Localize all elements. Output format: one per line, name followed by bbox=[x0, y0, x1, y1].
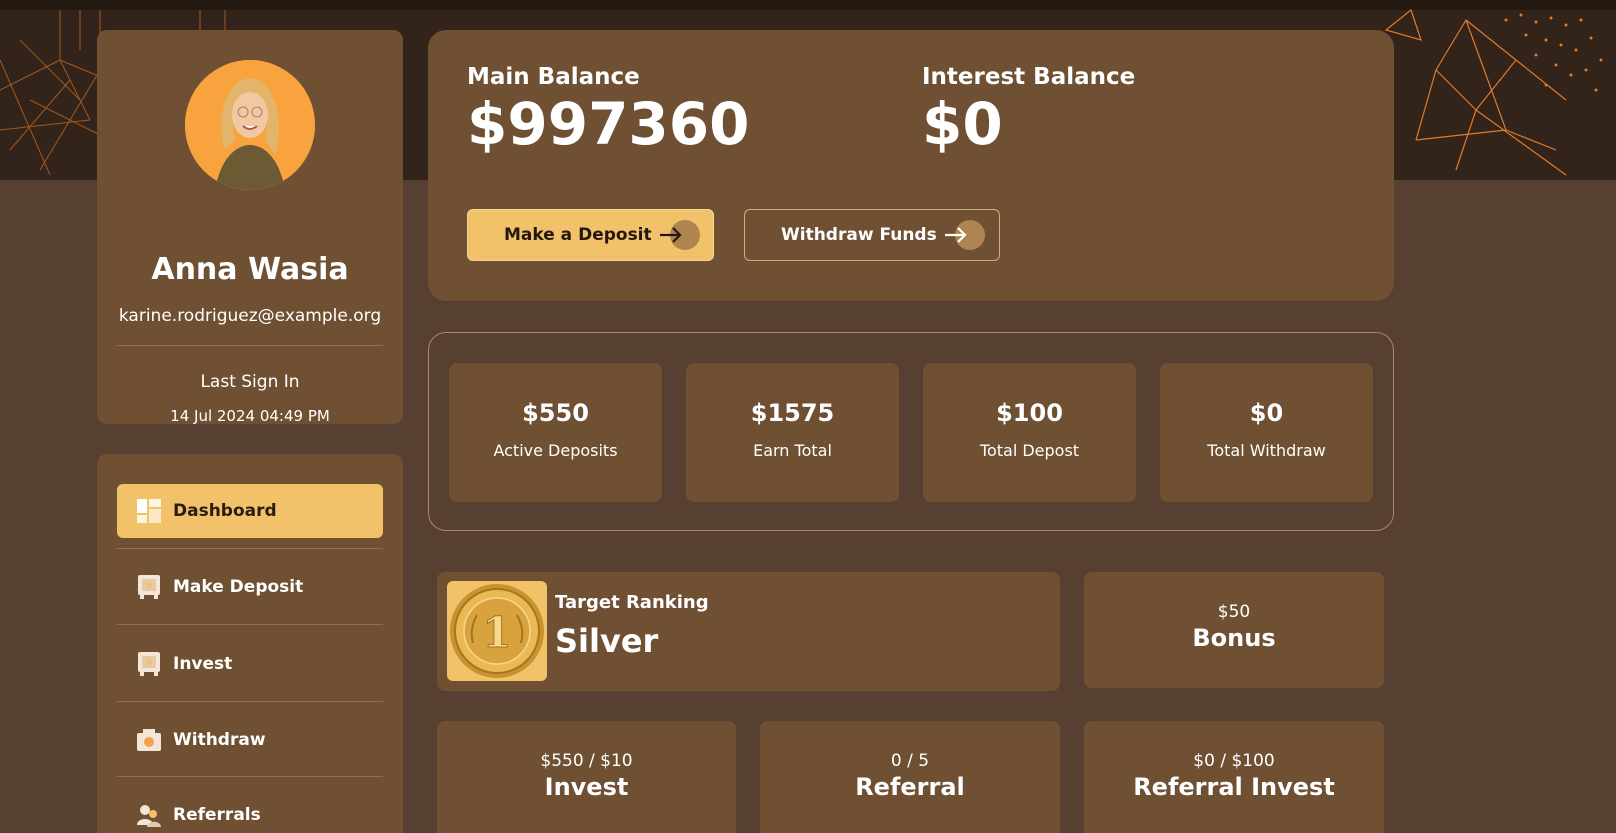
divider bbox=[117, 701, 383, 702]
stat-label: Total Withdraw bbox=[1207, 441, 1326, 460]
divider bbox=[117, 345, 383, 346]
stats-panel: $550 Active Deposits $1575 Earn Total $1… bbox=[428, 332, 1394, 531]
make-deposit-button[interactable]: Make a Deposit bbox=[467, 209, 714, 261]
target-ranking-value: Silver bbox=[555, 622, 659, 660]
sidebar-item-label: Make Deposit bbox=[173, 577, 304, 597]
divider bbox=[117, 776, 383, 777]
invest-requirement-card: $550 / $10 Invest bbox=[437, 721, 736, 833]
sidebar-item-dashboard[interactable]: Dashboard bbox=[117, 484, 383, 538]
safe-icon bbox=[137, 575, 161, 599]
sidebar-item-invest[interactable]: Invest bbox=[117, 637, 383, 691]
referral-invest-progress: $0 / $100 bbox=[1193, 751, 1275, 771]
top-bar bbox=[0, 0, 1616, 10]
referral-requirement-card: 0 / 5 Referral bbox=[760, 721, 1060, 833]
referral-invest-label: Referral Invest bbox=[1133, 773, 1335, 801]
stat-card-total-withdraw: $0 Total Withdraw bbox=[1160, 363, 1373, 502]
invest-progress: $550 / $10 bbox=[540, 751, 633, 771]
gold-medal-icon: 1 bbox=[447, 581, 547, 681]
last-sign-in-label: Last Sign In bbox=[200, 372, 300, 392]
sidebar-item-label: Invest bbox=[173, 654, 233, 674]
stat-value: $0 bbox=[1249, 399, 1284, 427]
sidebar-item-label: Referrals bbox=[173, 805, 261, 825]
main-balance-label: Main Balance bbox=[467, 64, 640, 90]
sidebar-item-make-deposit[interactable]: Make Deposit bbox=[117, 560, 383, 614]
withdraw-funds-button[interactable]: Withdraw Funds bbox=[744, 209, 1000, 261]
button-label: Withdraw Funds bbox=[781, 225, 937, 245]
stat-value: $100 bbox=[996, 399, 1063, 427]
arrow-right-icon bbox=[943, 220, 985, 250]
dashboard-icon bbox=[137, 499, 161, 523]
last-sign-in-date: 14 Jul 2024 04:49 PM bbox=[170, 407, 330, 425]
divider bbox=[117, 548, 383, 549]
stat-label: Active Deposits bbox=[493, 441, 618, 460]
balance-card: Main Balance $997360 Interest Balance $0… bbox=[428, 30, 1394, 301]
hero-right-decoration bbox=[1384, 8, 1603, 176]
sidebar-menu: Dashboard Make Deposit Invest Withdraw R… bbox=[97, 454, 403, 833]
cash-register-icon bbox=[137, 728, 161, 752]
bonus-card: $50 Bonus bbox=[1084, 572, 1384, 688]
interest-balance-label: Interest Balance bbox=[922, 64, 1136, 90]
referral-invest-requirement-card: $0 / $100 Referral Invest bbox=[1084, 721, 1384, 833]
referral-progress: 0 / 5 bbox=[890, 751, 930, 771]
sidebar-item-referrals[interactable]: Referrals bbox=[117, 788, 383, 833]
users-icon bbox=[137, 803, 161, 827]
invest-label: Invest bbox=[544, 773, 629, 801]
stat-value: $1575 bbox=[750, 399, 835, 427]
sidebar-item-withdraw[interactable]: Withdraw bbox=[117, 713, 383, 767]
profile-card: Anna Wasia karine.rodriguez@example.org … bbox=[97, 30, 403, 425]
medal-number: 1 bbox=[482, 608, 511, 657]
profile-email: karine.rodriguez@example.org bbox=[118, 306, 382, 326]
avatar[interactable] bbox=[185, 60, 315, 190]
stat-value: $550 bbox=[522, 399, 589, 427]
bonus-label: Bonus bbox=[1192, 624, 1276, 652]
safe-icon bbox=[137, 652, 161, 676]
button-label: Make a Deposit bbox=[504, 225, 652, 245]
sidebar-item-label: Withdraw bbox=[173, 730, 266, 750]
stat-label: Total Depost bbox=[979, 441, 1080, 460]
stat-card-total-deposit: $100 Total Depost bbox=[923, 363, 1136, 502]
profile-name: Anna Wasia bbox=[151, 252, 349, 287]
target-ranking-label: Target Ranking bbox=[555, 592, 709, 613]
bonus-amount: $50 bbox=[1217, 602, 1251, 622]
sidebar-item-label: Dashboard bbox=[173, 501, 277, 521]
referral-label: Referral bbox=[855, 773, 965, 801]
stat-card-earn-total: $1575 Earn Total bbox=[686, 363, 899, 502]
arrow-right-icon bbox=[658, 220, 700, 250]
target-ranking-card: 1 Target Ranking Silver bbox=[437, 572, 1060, 691]
interest-balance-value: $0 bbox=[922, 90, 1003, 158]
stat-label: Earn Total bbox=[753, 441, 832, 460]
stat-card-active-deposits: $550 Active Deposits bbox=[449, 363, 662, 502]
divider bbox=[117, 624, 383, 625]
main-balance-value: $997360 bbox=[467, 90, 750, 158]
